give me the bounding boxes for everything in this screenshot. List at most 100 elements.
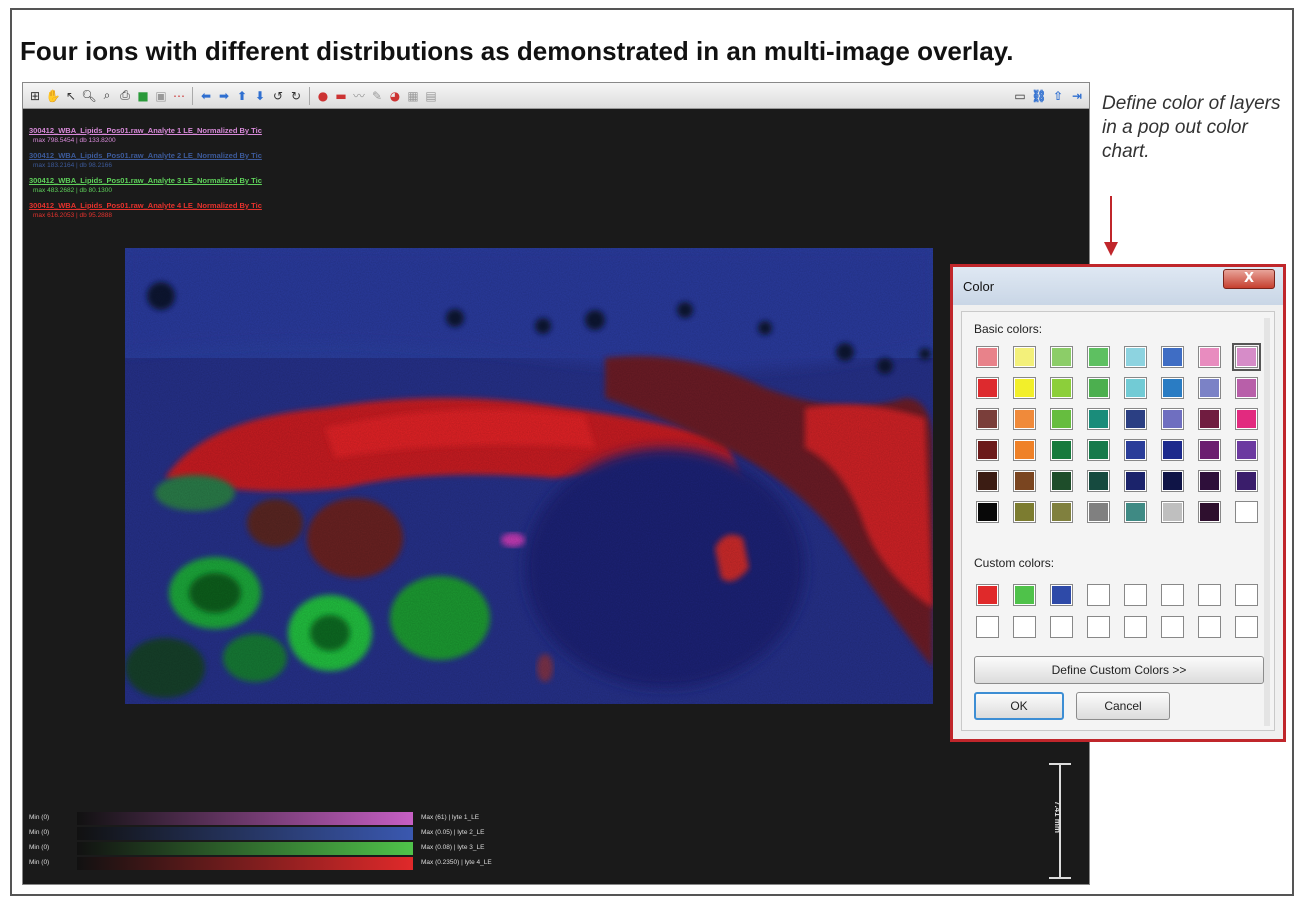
- basic-color-swatch[interactable]: [1050, 470, 1073, 492]
- basic-color-swatch[interactable]: [1013, 408, 1036, 430]
- ok-button[interactable]: OK: [974, 692, 1064, 720]
- basic-color-swatch[interactable]: [1161, 470, 1184, 492]
- custom-color-swatch[interactable]: [1050, 616, 1073, 638]
- pan-icon[interactable]: ✋: [45, 88, 61, 104]
- more-icon[interactable]: ⋯: [171, 88, 187, 104]
- grid-small-icon[interactable]: ▤: [423, 88, 439, 104]
- colorbar-gradient[interactable]: [77, 827, 413, 840]
- basic-color-swatch[interactable]: [1050, 501, 1073, 523]
- colorbar-gradient[interactable]: [77, 857, 413, 870]
- basic-color-swatch[interactable]: [1087, 439, 1110, 461]
- basic-color-swatch[interactable]: [976, 470, 999, 492]
- basic-color-swatch[interactable]: [1198, 377, 1221, 399]
- custom-color-swatch[interactable]: [1013, 616, 1036, 638]
- basic-color-swatch[interactable]: [1013, 439, 1036, 461]
- rotate-left-icon[interactable]: ↺: [270, 88, 286, 104]
- colorbar-gradient[interactable]: [77, 842, 413, 855]
- basic-color-swatch[interactable]: [1198, 439, 1221, 461]
- zoom-out-icon[interactable]: ⌕: [99, 88, 115, 104]
- custom-color-swatch[interactable]: [1087, 584, 1110, 606]
- basic-color-swatch[interactable]: [1087, 346, 1110, 368]
- define-custom-colors-button[interactable]: Define Custom Colors >>: [974, 656, 1264, 684]
- basic-color-swatch[interactable]: [1198, 470, 1221, 492]
- basic-color-swatch[interactable]: [1161, 377, 1184, 399]
- basic-color-swatch[interactable]: [1013, 377, 1036, 399]
- basic-color-swatch[interactable]: [1124, 377, 1147, 399]
- cancel-button[interactable]: Cancel: [1076, 692, 1170, 720]
- colorbar-gradient[interactable]: [77, 812, 413, 825]
- custom-color-swatch[interactable]: [1124, 584, 1147, 606]
- layer-name-2[interactable]: 300412_WBA_Lipids_Pos01.raw_Analyte 2 LE…: [29, 151, 389, 162]
- basic-color-swatch[interactable]: [1050, 377, 1073, 399]
- basic-color-swatch[interactable]: [976, 439, 999, 461]
- basic-color-swatch[interactable]: [1235, 501, 1258, 523]
- basic-color-swatch[interactable]: [1198, 408, 1221, 430]
- basic-color-swatch[interactable]: [976, 377, 999, 399]
- custom-color-swatch[interactable]: [1161, 616, 1184, 638]
- basic-color-swatch[interactable]: [976, 346, 999, 368]
- layer-name-4[interactable]: 300412_WBA_Lipids_Pos01.raw_Analyte 4 LE…: [29, 201, 389, 212]
- rotate-right-icon[interactable]: ↻: [288, 88, 304, 104]
- basic-color-swatch[interactable]: [1013, 346, 1036, 368]
- basic-color-swatch[interactable]: [976, 408, 999, 430]
- line-icon[interactable]: 〰: [351, 88, 367, 104]
- custom-color-swatch[interactable]: [1087, 616, 1110, 638]
- basic-color-swatch[interactable]: [1161, 346, 1184, 368]
- grid-icon[interactable]: ⊞: [27, 88, 43, 104]
- tissue-overlay-image[interactable]: [125, 248, 933, 704]
- paint-icon[interactable]: ◕: [387, 88, 403, 104]
- image-icon[interactable]: ▣: [153, 88, 169, 104]
- custom-color-swatch[interactable]: [1235, 584, 1258, 606]
- arrow-left-icon[interactable]: ⬅: [198, 88, 214, 104]
- basic-color-swatch[interactable]: [1198, 346, 1221, 368]
- basic-color-swatch[interactable]: [1124, 439, 1147, 461]
- basic-color-swatch[interactable]: [1235, 377, 1258, 399]
- basic-color-swatch[interactable]: [1050, 346, 1073, 368]
- custom-color-swatch[interactable]: [1198, 616, 1221, 638]
- table-icon[interactable]: ▦: [405, 88, 421, 104]
- basic-color-swatch[interactable]: [1235, 408, 1258, 430]
- layer-name-3[interactable]: 300412_WBA_Lipids_Pos01.raw_Analyte 3 LE…: [29, 176, 389, 187]
- custom-color-swatch[interactable]: [1124, 616, 1147, 638]
- basic-color-swatch[interactable]: [1124, 346, 1147, 368]
- point-icon[interactable]: ●: [315, 88, 331, 104]
- zoom-in-icon[interactable]: 🔍︎: [81, 88, 97, 104]
- basic-color-swatch[interactable]: [1087, 377, 1110, 399]
- arrow-down-icon[interactable]: ⬇: [252, 88, 268, 104]
- dialog-titlebar[interactable]: Color X: [953, 267, 1283, 305]
- basic-color-swatch[interactable]: [1161, 501, 1184, 523]
- custom-color-swatch[interactable]: [1050, 584, 1073, 606]
- custom-color-swatch[interactable]: [976, 584, 999, 606]
- rect-icon[interactable]: ▬: [333, 88, 349, 104]
- basic-color-swatch[interactable]: [1235, 439, 1258, 461]
- basic-color-swatch[interactable]: [1050, 408, 1073, 430]
- basic-color-swatch[interactable]: [1087, 408, 1110, 430]
- basic-color-swatch[interactable]: [1050, 439, 1073, 461]
- basic-color-swatch[interactable]: [1087, 501, 1110, 523]
- basic-color-swatch[interactable]: [1198, 501, 1221, 523]
- basic-color-swatch[interactable]: [1232, 343, 1261, 371]
- arrow-right-icon[interactable]: ➡: [216, 88, 232, 104]
- basic-color-swatch[interactable]: [1161, 408, 1184, 430]
- basic-color-swatch[interactable]: [1161, 439, 1184, 461]
- custom-color-swatch[interactable]: [1235, 616, 1258, 638]
- custom-color-swatch[interactable]: [1013, 584, 1036, 606]
- link-icon[interactable]: ⛓: [1031, 88, 1047, 104]
- basic-color-swatch[interactable]: [1013, 501, 1036, 523]
- dialog-scrollbar[interactable]: [1264, 318, 1270, 726]
- image-viewer[interactable]: ⊞ ✋ ↖ 🔍︎ ⌕ ⎙ ■ ▣ ⋯ ⬅ ➡ ⬆ ⬇ ↺ ↻ ● ▬ 〰 ✎ ◕…: [22, 82, 1090, 885]
- custom-color-swatch[interactable]: [1161, 584, 1184, 606]
- forward-icon[interactable]: ⇥: [1069, 88, 1085, 104]
- export-icon[interactable]: ⇧: [1050, 88, 1066, 104]
- basic-color-swatch[interactable]: [1087, 470, 1110, 492]
- arrow-up-icon[interactable]: ⬆: [234, 88, 250, 104]
- green-icon[interactable]: ■: [135, 88, 151, 104]
- basic-color-swatch[interactable]: [976, 501, 999, 523]
- basic-color-swatch[interactable]: [1124, 470, 1147, 492]
- window-icon[interactable]: ▭: [1012, 88, 1028, 104]
- basic-color-swatch[interactable]: [1013, 470, 1036, 492]
- custom-color-swatch[interactable]: [976, 616, 999, 638]
- close-button[interactable]: X: [1223, 269, 1275, 289]
- pen-icon[interactable]: ✎: [369, 88, 385, 104]
- basic-color-swatch[interactable]: [1235, 470, 1258, 492]
